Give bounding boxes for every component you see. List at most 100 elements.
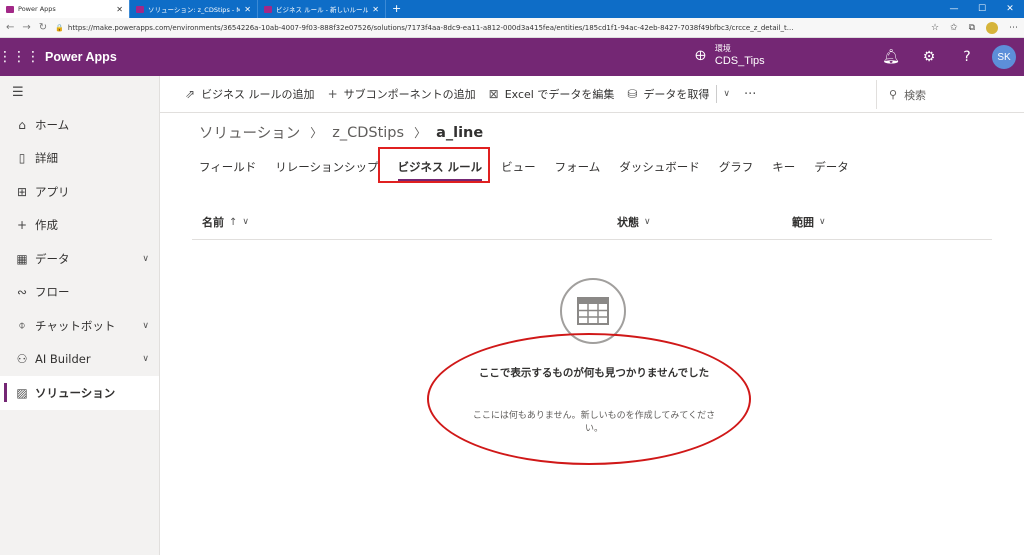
browser-tab-label: ソリューション: z_CDStips - Microso	[148, 6, 241, 14]
edit-in-excel-label: Excel でデータを編集	[504, 88, 615, 101]
annotation-highlight-rectangle	[378, 147, 490, 183]
business-rule-icon: ⇗	[185, 87, 196, 101]
column-header-label: 範囲	[792, 216, 814, 229]
back-icon[interactable]: ←	[6, 22, 14, 33]
close-tab-icon[interactable]: ✕	[372, 5, 379, 14]
nav-item-label: アプリ	[35, 184, 70, 199]
edit-in-excel-button[interactable]: ⊠ Excel でデータを編集	[483, 86, 622, 102]
app-launcher-waffle-icon[interactable]: ⋮⋮⋮	[0, 38, 40, 76]
environment-text: 環境 CDS_Tips	[715, 43, 765, 67]
browser-toolbar: ☆ ✩ ⧉ ⋯	[931, 21, 1018, 34]
get-data-dropdown-chevron-icon[interactable]: ∨	[716, 85, 736, 103]
tab-fields[interactable]: フィールド	[199, 157, 256, 177]
ai-builder-icon: ⚇	[16, 352, 28, 367]
more-commands-button[interactable]: ···	[736, 87, 764, 102]
book-icon: ▯	[18, 151, 26, 166]
search-icon: ⚲	[889, 88, 898, 101]
app-title[interactable]: Power Apps	[45, 50, 117, 64]
nav-item-home[interactable]: ⌂ ホーム	[0, 108, 159, 142]
user-avatar[interactable]: SK	[992, 45, 1016, 69]
chevron-down-icon: ∨	[819, 217, 826, 227]
annotation-highlight-ellipse	[427, 333, 751, 465]
nav-item-label: ホーム	[35, 117, 70, 132]
maximize-button[interactable]: ☐	[968, 0, 996, 18]
add-business-rule-label: ビジネス ルールの追加	[201, 88, 315, 101]
apps-icon: ⊞	[16, 184, 28, 199]
favorite-star-icon[interactable]: ☆	[931, 23, 939, 33]
tab-relationships[interactable]: リレーションシップ	[275, 157, 378, 177]
refresh-icon[interactable]: ↻	[39, 22, 47, 33]
tab-data[interactable]: データ	[814, 157, 849, 177]
url-field[interactable]: 🔒 https://make.powerapps.com/environment…	[55, 24, 923, 32]
close-tab-icon[interactable]: ✕	[116, 5, 123, 14]
nav-item-solutions[interactable]: ▨ ソリューション	[0, 376, 159, 410]
browser-tab-label: ビジネス ルール - 新しいルール - Micr	[276, 6, 369, 14]
breadcrumb: ソリューション 〉 z_CDStips 〉 a_line	[199, 122, 483, 143]
power-apps-favicon-icon	[136, 5, 144, 13]
new-tab-button[interactable]: +	[386, 0, 407, 18]
excel-icon: ⊠	[488, 87, 499, 101]
nav-item-label: ソリューション	[35, 385, 116, 400]
app-header: ⋮⋮⋮ Power Apps 🜨 環境 CDS_Tips 🔔︎ ⚙ ? SK	[0, 38, 1024, 76]
browser-tab-business-rule[interactable]: ビジネス ルール - 新しいルール - Micr ✕	[258, 0, 386, 18]
environment-picker[interactable]: 🜨 環境 CDS_Tips	[695, 42, 765, 68]
add-business-rule-button[interactable]: ⇗ ビジネス ルールの追加	[160, 86, 322, 102]
column-header-scope[interactable]: 範囲 ∨	[792, 214, 826, 230]
chevron-down-icon[interactable]: ∨	[142, 254, 149, 264]
table-icon: ▦	[16, 251, 28, 266]
entity-tabs: フィールド リレーションシップ ビジネス ルール ビュー フォーム ダッシュボー…	[199, 157, 868, 181]
tab-keys[interactable]: キー	[772, 157, 795, 177]
nav-item-apps[interactable]: ⊞ アプリ	[0, 175, 159, 209]
left-nav: ☰ ⌂ ホーム ▯ 詳細 ⊞ アプリ + 作成 ▦ データ ∨ ∾ フロー ⌽ …	[0, 76, 160, 555]
tab-charts[interactable]: グラフ	[719, 157, 754, 177]
tab-forms[interactable]: フォーム	[555, 157, 601, 177]
tab-views[interactable]: ビュー	[501, 157, 536, 177]
nav-item-learn[interactable]: ▯ 詳細	[0, 142, 159, 176]
chevron-down-icon[interactable]: ∨	[142, 354, 149, 364]
address-bar: ← → ↻ 🔒 https://make.powerapps.com/envir…	[0, 18, 1024, 38]
browser-tab-power-apps[interactable]: Power Apps ✕	[0, 0, 130, 18]
chevron-right-icon: 〉	[414, 126, 427, 140]
browser-profile-avatar[interactable]	[986, 21, 998, 34]
close-tab-icon[interactable]: ✕	[244, 5, 251, 14]
chevron-down-icon: ∨	[644, 217, 651, 227]
chatbot-icon: ⌽	[18, 318, 26, 333]
nav-item-create[interactable]: + 作成	[0, 209, 159, 243]
nav-item-ai-builder[interactable]: ⚇ AI Builder ∨	[0, 343, 159, 377]
search-input[interactable]: ⚲ 検索	[876, 80, 1024, 109]
collections-icon[interactable]: ⧉	[969, 23, 975, 33]
breadcrumb-current-entity: a_line	[436, 124, 484, 141]
hamburger-menu-icon[interactable]: ☰	[0, 76, 159, 108]
add-subcomponent-button[interactable]: + サブコンポーネントの追加	[322, 86, 483, 102]
browser-menu-icon[interactable]: ⋯	[1009, 23, 1018, 33]
chevron-down-icon[interactable]: ∨	[142, 321, 149, 331]
breadcrumb-solutions-link[interactable]: ソリューション	[199, 122, 300, 143]
browser-tab-solution[interactable]: ソリューション: z_CDStips - Microso ✕	[130, 0, 258, 18]
power-apps-favicon-icon	[6, 5, 14, 13]
search-placeholder: 検索	[904, 88, 927, 102]
nav-item-label: AI Builder	[35, 352, 91, 367]
nav-item-data[interactable]: ▦ データ ∨	[0, 242, 159, 276]
chevron-down-icon: ∨	[242, 217, 249, 227]
favorites-list-icon[interactable]: ✩	[950, 23, 958, 33]
get-data-button[interactable]: ⛁ データを取得	[621, 86, 716, 102]
tab-dashboards[interactable]: ダッシュボード	[619, 157, 700, 177]
column-header-name[interactable]: 名前 ↑ ∨	[202, 214, 249, 230]
window-controls: — ☐ ✕	[940, 0, 1024, 18]
nav-item-label: 作成	[35, 218, 58, 233]
browser-tab-label: Power Apps	[18, 5, 56, 13]
minimize-button[interactable]: —	[940, 0, 968, 18]
sort-ascending-icon: ↑	[229, 216, 238, 228]
settings-gear-icon[interactable]: ⚙	[910, 49, 948, 65]
help-question-icon[interactable]: ?	[948, 49, 986, 65]
plus-icon: +	[16, 218, 28, 233]
breadcrumb-solution-link[interactable]: z_CDStips	[332, 125, 404, 141]
database-icon: ⛁	[627, 87, 638, 101]
forward-icon[interactable]: →	[22, 22, 30, 33]
column-header-status[interactable]: 状態 ∨	[617, 214, 651, 230]
notification-bell-icon[interactable]: 🔔︎	[872, 49, 910, 65]
nav-item-flows[interactable]: ∾ フロー	[0, 276, 159, 310]
flow-icon: ∾	[16, 285, 28, 300]
close-window-button[interactable]: ✕	[996, 0, 1024, 18]
nav-item-chatbots[interactable]: ⌽ チャットボット ∨	[0, 309, 159, 343]
